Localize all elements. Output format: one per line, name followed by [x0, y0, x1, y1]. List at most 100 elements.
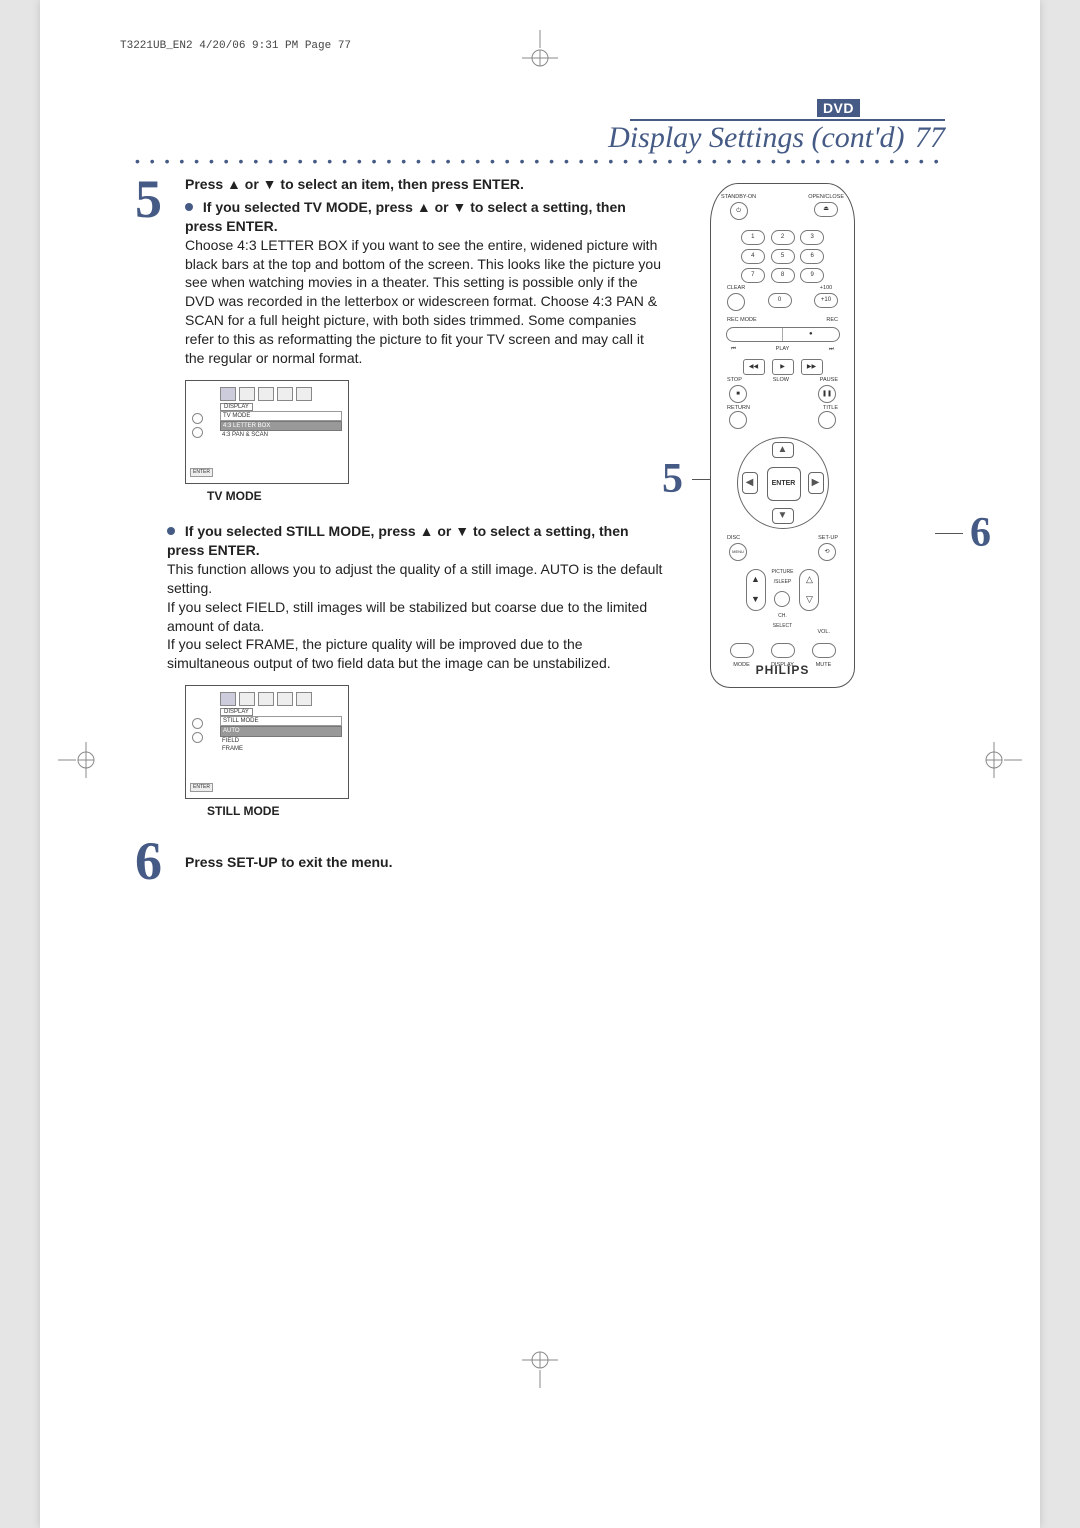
callout-number-6: 6	[970, 509, 991, 557]
osd-tab-icon	[277, 387, 293, 401]
osd-tab-icon	[296, 692, 312, 706]
osd-option: FIELD	[220, 737, 342, 745]
remote-key-5: 5	[771, 249, 795, 264]
remote-dpad-right: ▶	[808, 472, 824, 494]
remote-btn-ff: ▶▶	[801, 359, 823, 375]
remote-btn-title	[818, 411, 836, 429]
step6-heading: Press SET-UP to exit the menu.	[185, 837, 665, 872]
remote-key-3: 3	[800, 230, 824, 245]
remote-dpad-down: ▼	[772, 508, 794, 524]
remote-btn-plus10: +10	[814, 293, 838, 308]
remote-btn-enter: ENTER	[767, 467, 801, 501]
remote-transport-row: ◀◀ ▶ ▶▶	[721, 357, 844, 377]
osd-option: 4:3 PAN & SCAN	[220, 431, 342, 439]
osd-tab-icon	[296, 387, 312, 401]
remote-label-disc: DISC	[727, 535, 740, 541]
callout-number-5: 5	[662, 455, 683, 503]
remote-btn-stop: ■	[729, 385, 747, 403]
page-number: 77	[909, 121, 945, 154]
remote-key-0: 0	[768, 293, 792, 308]
remote-btn-mute	[812, 643, 836, 658]
remote-keypad: 1 2 3 4 5 6 7 8	[721, 228, 844, 315]
osd-menu-tvmode: DISPLAY TV MODE 4:3 LETTER BOX 4:3 PAN &…	[185, 380, 349, 484]
osd-tab-icon	[220, 692, 236, 706]
divider-dots: • • • • • • • • • • • • • • • • • • • • …	[135, 153, 945, 169]
remote-key-9: 9	[800, 268, 824, 283]
remote-label-vol: VOL.	[817, 629, 830, 635]
step5-para2a: This function allows you to adjust the q…	[167, 560, 665, 598]
remote-key-6: 6	[800, 249, 824, 264]
section-badge: DVD	[630, 100, 945, 121]
remote-btn-setup: ⟲	[818, 543, 836, 561]
remote-btn-mode	[730, 643, 754, 658]
remote-dpad-up: ▲	[772, 442, 794, 458]
remote-label-sleep: /SLEEP	[774, 579, 792, 585]
crop-mark-bottom	[510, 1348, 570, 1388]
step5-para2b: If you select FIELD, still images will b…	[167, 598, 665, 636]
crop-mark-top	[510, 30, 570, 70]
remote-label-recmode: REC MODE	[727, 317, 757, 323]
remote-label-select: SELECT	[773, 623, 792, 629]
remote-label-stop: STOP	[727, 377, 742, 383]
print-meta-header: T3221UB_EN2 4/20/06 9:31 PM Page 77	[120, 40, 351, 52]
remote-btn-disc-menu: MENU	[729, 543, 747, 561]
remote-btn-openclose: ⏏	[814, 202, 838, 217]
remote-btn-display	[771, 643, 795, 658]
remote-key-2: 2	[771, 230, 795, 245]
remote-label-ch: CH.	[778, 613, 787, 619]
step-number-6: 6	[135, 837, 162, 886]
instructions-column: 5 Press ▲ or ▼ to select an item, then p…	[135, 175, 665, 886]
remote-column: 5 6 STANDBY-ON ⏻ OPEN/CLOSE ⏏	[665, 175, 945, 886]
remote-label-openclose: OPEN/CLOSE	[808, 194, 844, 200]
osd-tab-icon	[239, 692, 255, 706]
remote-dpad-left: ◀	[742, 472, 758, 494]
step5-sub2: If you selected STILL MODE, press ▲ or ▼…	[167, 523, 629, 558]
crop-mark-right	[982, 730, 1022, 790]
osd-tab-icon	[277, 692, 293, 706]
osd-nav-icon	[192, 718, 203, 746]
remote-key-8: 8	[771, 268, 795, 283]
remote-label-slow: SLOW	[773, 377, 789, 383]
remote-btn-picture-sleep	[774, 591, 790, 607]
remote-label-clear: CLEAR	[725, 285, 747, 291]
page-title: Display Settings (cont'd)	[608, 121, 904, 154]
osd-tab-icon	[258, 692, 274, 706]
remote-btn-return	[729, 411, 747, 429]
remote-key-1: 1	[741, 230, 765, 245]
step5-sub1: If you selected TV MODE, press ▲ or ▼ to…	[185, 199, 626, 234]
osd-group-label: STILL MODE	[220, 716, 342, 726]
osd-caption-tvmode: TV MODE	[207, 488, 665, 504]
section-badge-label: DVD	[817, 99, 860, 117]
remote-vol-rocker: △▽	[799, 569, 819, 611]
remote-btn-play: ▶	[772, 359, 794, 375]
remote-control-diagram: STANDBY-ON ⏻ OPEN/CLOSE ⏏ 1 2	[710, 183, 855, 688]
prev-icon: ⏮	[731, 346, 736, 353]
step5-para1: Choose 4:3 LETTER BOX if you want to see…	[185, 236, 665, 368]
step-number-5: 5	[135, 175, 162, 224]
remote-label-plus100: +100	[812, 285, 840, 291]
remote-label-standby: STANDBY-ON	[721, 194, 756, 200]
osd-enter-label: ENTER	[190, 783, 213, 792]
osd-group-label: TV MODE	[220, 411, 342, 421]
remote-dpad: ▲ ▼ ◀ ▶ ENTER	[737, 437, 829, 529]
remote-label-setup: SET-UP	[818, 535, 838, 541]
remote-btn-clear	[727, 293, 745, 311]
remote-btn-recmode-rec: ●	[726, 327, 840, 342]
bullet-icon	[167, 527, 175, 535]
osd-tab-icon	[239, 387, 255, 401]
remote-key-4: 4	[741, 249, 765, 264]
remote-btn-standby: ⏻	[730, 202, 748, 220]
next-icon: ⏭	[829, 346, 834, 353]
remote-btn-rew: ◀◀	[743, 359, 765, 375]
bullet-icon	[185, 203, 193, 211]
osd-enter-label: ENTER	[190, 468, 213, 477]
remote-key-7: 7	[741, 268, 765, 283]
osd-caption-stillmode: STILL MODE	[207, 803, 665, 819]
remote-ch-vol-block: ▲▼ PICTURE /SLEEP CH. SELECT △▽	[721, 569, 844, 629]
osd-option-selected: AUTO	[220, 726, 342, 736]
remote-label-rec: REC	[826, 317, 838, 323]
osd-section-title: DISPLAY	[220, 403, 253, 411]
manual-page: T3221UB_EN2 4/20/06 9:31 PM Page 77 DVD …	[40, 0, 1040, 1528]
remote-label-play: PLAY	[776, 346, 790, 353]
osd-nav-icon	[192, 413, 203, 441]
